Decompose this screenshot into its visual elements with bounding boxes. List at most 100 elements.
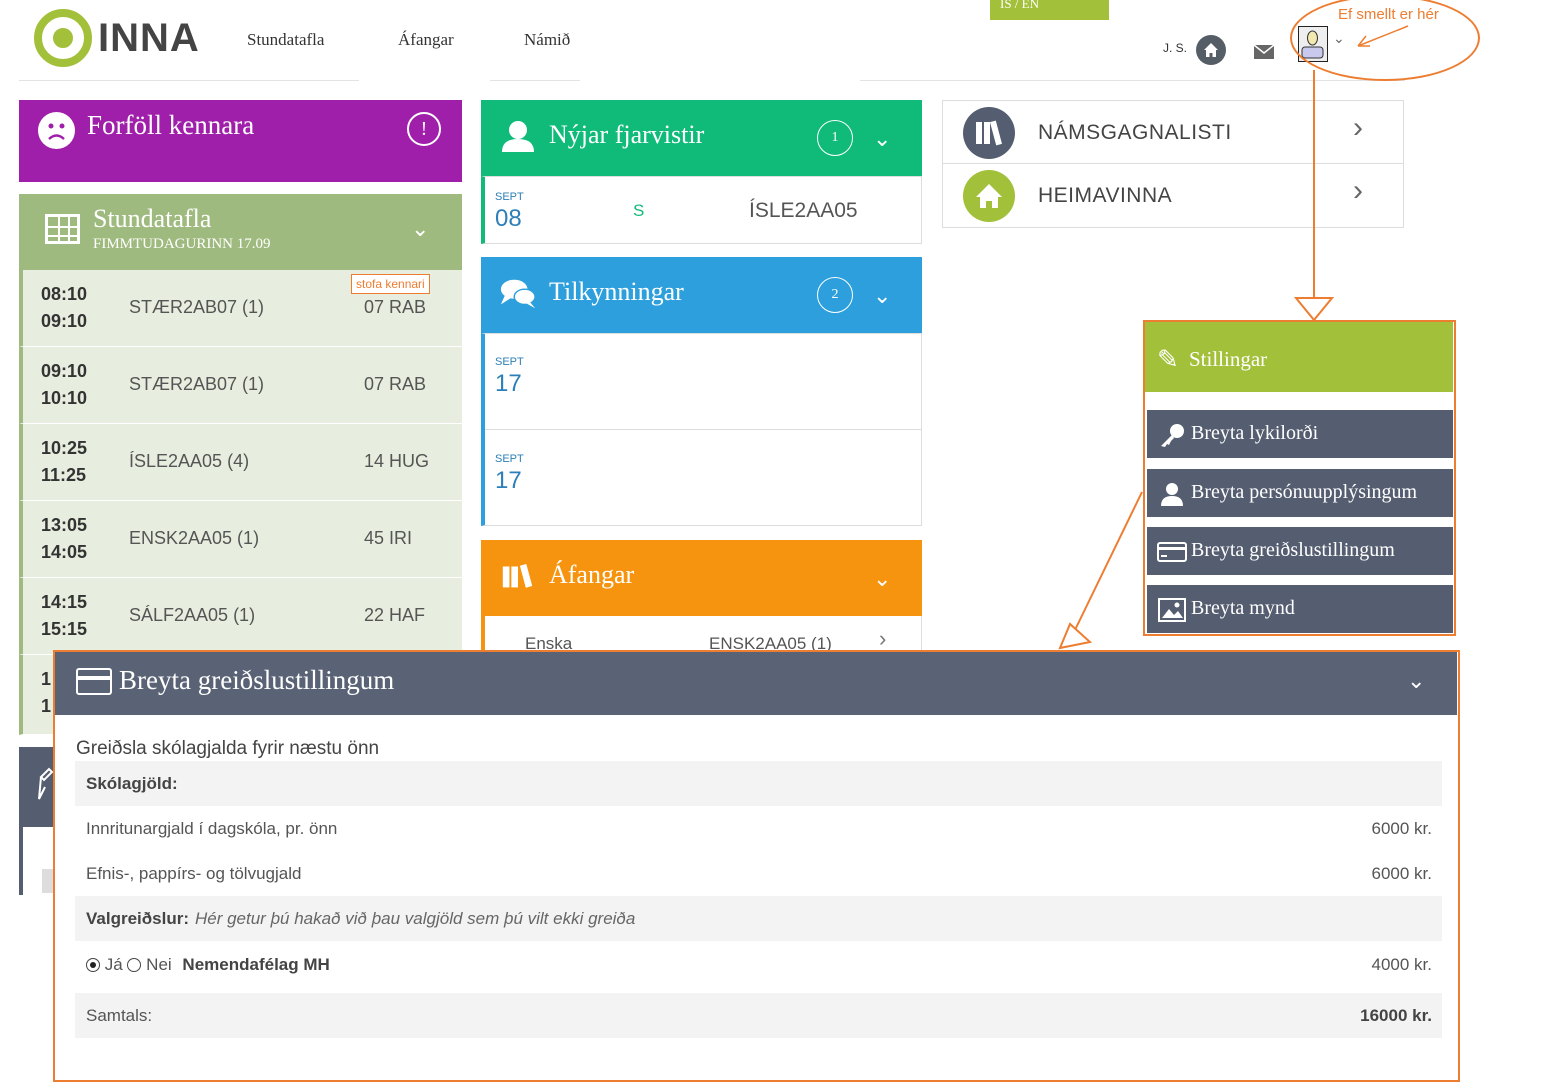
- nav-namid[interactable]: Námið: [524, 30, 570, 50]
- image-icon: [1158, 598, 1186, 622]
- room-teacher: 22 HAF: [364, 605, 426, 625]
- alert-icon: !: [407, 112, 441, 146]
- language-toggle[interactable]: IS / EN: [990, 0, 1109, 20]
- menu-item-breyta-greidslustillingum[interactable]: Breyta greiðslustillingum: [1147, 527, 1453, 575]
- radio-ja[interactable]: [86, 958, 100, 972]
- logo-text: INNA: [98, 15, 200, 60]
- radio-nei-label[interactable]: Nei: [146, 955, 172, 974]
- credit-card-icon: [76, 668, 112, 695]
- user-icon: [1161, 483, 1183, 506]
- fjarvistir-item[interactable]: SEPT 08 S ÍSLE2AA05: [481, 176, 922, 244]
- chevron-right-icon[interactable]: ›: [879, 626, 886, 652]
- chevron-down-icon[interactable]: ⌄: [873, 566, 891, 592]
- fee-group-row: Skólagjöld:: [75, 761, 1442, 806]
- start-time: 09:10: [41, 361, 88, 381]
- stillingar-title: Stillingar: [1189, 347, 1268, 371]
- notification-item[interactable]: SEPT 17: [485, 334, 921, 430]
- sad-face-icon: [38, 112, 75, 149]
- course-code: SÁLF2AA05 (1): [129, 605, 256, 625]
- chevron-down-icon[interactable]: ⌄: [411, 216, 429, 242]
- annotation-arrow-head-icon: [1293, 297, 1335, 322]
- hidden-panel-border: [19, 827, 23, 895]
- nav-stundatafla[interactable]: Stundatafla: [247, 30, 324, 50]
- tilkynningar-list: SEPT 17 SEPT 17: [481, 333, 922, 526]
- schedule-row[interactable]: 10:25 11:25 ÍSLE2AA05 (4) 14 HUG: [19, 424, 462, 501]
- afangar-item[interactable]: Enska ENSK2AA05 (1) ›: [481, 616, 922, 652]
- end-time: 09:10: [41, 311, 88, 331]
- menu-item-label: Breyta greiðslustillingum: [1191, 539, 1395, 561]
- fjarvistir-count-badge: 1: [817, 120, 853, 156]
- total-amount: 16000 kr.: [1360, 1006, 1432, 1025]
- chevron-right-icon[interactable]: ›: [1353, 111, 1363, 145]
- start-time: 10:25: [41, 438, 88, 458]
- fee-row: Efnis-, pappírs- og tölvugjald 6000 kr.: [75, 851, 1442, 896]
- fee-amount: 6000 kr.: [1371, 819, 1433, 838]
- forfoll-kennara-panel[interactable]: Forföll kennara !: [19, 100, 462, 182]
- stillingar-menu: ✎ Stillingar Breyta lykilorði Breyta per…: [1143, 320, 1456, 636]
- mail-icon[interactable]: [1253, 44, 1275, 60]
- stundatafla-header[interactable]: Stundatafla FIMMTUDAGURINN 17.09 ⌄: [19, 194, 462, 270]
- key-icon: [1161, 424, 1184, 447]
- forfoll-title: Forföll kennara: [87, 110, 255, 140]
- greidslustillingar-header[interactable]: Breyta greiðslustillingum ⌄: [55, 652, 1457, 715]
- menu-item-label: Breyta persónuupplýsingum: [1191, 481, 1418, 503]
- notification-item[interactable]: SEPT 17: [485, 431, 921, 525]
- tilkynningar-header[interactable]: Tilkynningar 2 ⌄: [481, 257, 922, 333]
- namsgagnalisti-link[interactable]: NÁMSGAGNALISTI ›: [942, 100, 1404, 164]
- fjarvistir-header[interactable]: Nýjar fjarvistir 1 ⌄: [481, 100, 922, 176]
- total-label: Samtals:: [86, 1006, 153, 1025]
- afangar-header[interactable]: Áfangar ⌄: [481, 540, 922, 616]
- inna-logo[interactable]: INNA: [34, 8, 204, 68]
- start-time: 14:15: [41, 592, 88, 612]
- chevron-down-icon[interactable]: ⌄: [873, 283, 891, 309]
- calendar-grid-icon: [45, 214, 80, 244]
- end-time: 11:25: [41, 465, 87, 485]
- hidden-panel-header: [19, 747, 54, 827]
- optional-fee-amount: 4000 kr.: [1371, 955, 1433, 974]
- chevron-right-icon[interactable]: ›: [1353, 174, 1363, 208]
- stillingar-header[interactable]: ✎ Stillingar: [1145, 322, 1453, 392]
- heimavinna-link[interactable]: HEIMAVINNA ›: [942, 164, 1404, 228]
- menu-item-breyta-mynd[interactable]: Breyta mynd: [1147, 585, 1453, 633]
- menu-item-label: Breyta mynd: [1191, 597, 1295, 619]
- schedule-row[interactable]: 14:15 15:15 SÁLF2AA05 (1) 22 HAF: [19, 578, 462, 655]
- home-icon[interactable]: [1196, 35, 1226, 65]
- menu-item-breyta-personuupplysingum[interactable]: Breyta persónuupplýsingum: [1147, 469, 1453, 517]
- start-time: 13:05: [41, 515, 88, 535]
- schedule-row[interactable]: 13:05 14:05 ENSK2AA05 (1) 45 IRI: [19, 501, 462, 578]
- home-icon: [963, 170, 1015, 222]
- afangar-title: Áfangar: [549, 560, 635, 589]
- nav-afangar[interactable]: Áfangar: [398, 30, 454, 50]
- course-code: ÍSLE2AA05 (4): [129, 451, 250, 471]
- namsgagnalisti-label: NÁMSGAGNALISTI: [1038, 121, 1232, 144]
- annotation-arrow-diagonal-icon: [1058, 491, 1143, 650]
- radio-ja-label[interactable]: Já: [105, 955, 123, 974]
- header-divider: [490, 80, 580, 81]
- books-icon: [963, 107, 1015, 159]
- chevron-down-icon[interactable]: ⌄: [873, 126, 891, 152]
- chevron-down-icon[interactable]: ⌄: [1407, 668, 1425, 694]
- greidslustillingar-panel: Breyta greiðslustillingum ⌄ Greiðsla skó…: [53, 650, 1460, 1082]
- stundatafla-date: FIMMTUDAGURINN 17.09: [93, 236, 271, 252]
- radio-nei[interactable]: [127, 958, 142, 972]
- section-title: Greiðsla skólagjalda fyrir næstu önn: [76, 738, 380, 759]
- date-day: 17: [495, 370, 522, 397]
- room-teacher: 07 RAB: [364, 374, 427, 394]
- stofa-kennari-annotation: stofa kennari: [351, 274, 430, 294]
- room-teacher: 14 HUG: [364, 451, 430, 471]
- pencil-icon: ✎: [1157, 344, 1179, 374]
- annotation-arrow-line: [1313, 70, 1315, 298]
- annotation-text: Ef smellt er hér: [1338, 6, 1439, 23]
- menu-item-breyta-lykilordi[interactable]: Breyta lykilorði: [1147, 410, 1453, 458]
- logo-ring-icon: [34, 9, 92, 67]
- absence-course: ÍSLE2AA05: [749, 199, 858, 222]
- end-time: 15:15: [41, 619, 88, 639]
- stundatafla-title: Stundatafla: [93, 204, 212, 233]
- date-month: SEPT: [495, 191, 524, 203]
- fee-amount: 6000 kr.: [1371, 864, 1433, 883]
- room-teacher: 07 RAB: [364, 297, 427, 317]
- header-divider: [19, 80, 359, 81]
- absence-code: S: [633, 201, 645, 220]
- schedule-row[interactable]: 09:10 10:10 STÆR2AB07 (1) 07 RAB: [19, 347, 462, 424]
- greidslustillingar-title: Breyta greiðslustillingum: [119, 665, 395, 695]
